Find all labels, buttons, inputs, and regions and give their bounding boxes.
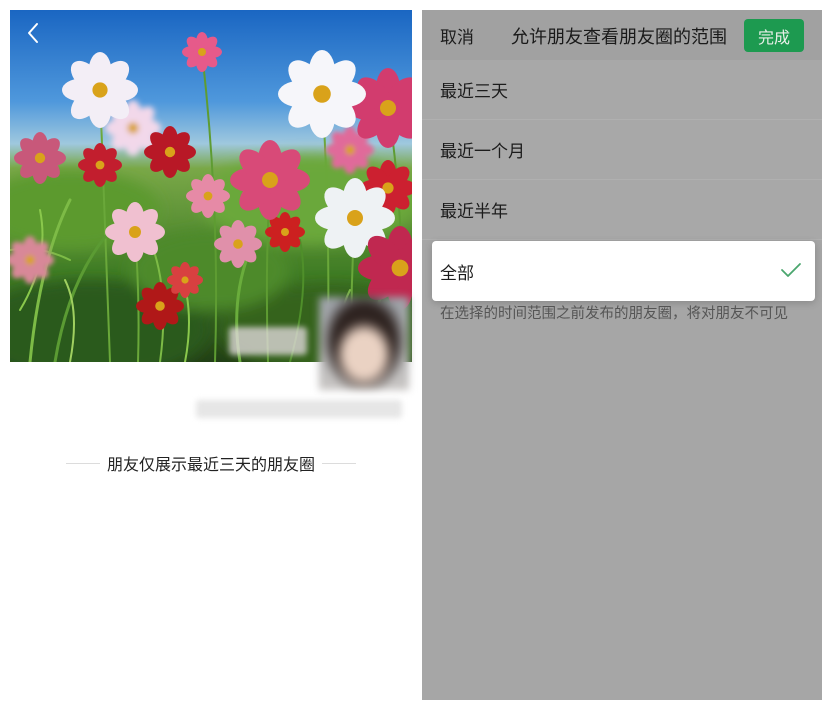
- option-last-three-days[interactable]: 最近三天: [422, 60, 822, 120]
- chevron-left-icon: [28, 23, 38, 43]
- option-label: 最近三天: [440, 82, 508, 102]
- visibility-notice-text: 朋友仅展示最近三天的朋友圈: [106, 455, 315, 474]
- signature-blurred: [196, 400, 402, 418]
- option-all[interactable]: 全部: [432, 241, 815, 301]
- range-options-list: 最近三天 最近一个月 最近半年 全部: [422, 60, 822, 301]
- option-label: 最近半年: [440, 202, 508, 222]
- done-button[interactable]: 完成: [744, 19, 804, 52]
- cancel-button[interactable]: 取消: [440, 23, 474, 48]
- nickname-blurred: [229, 327, 307, 355]
- nav-header: 取消 允许朋友查看朋友圈的范围 完成: [422, 10, 822, 60]
- visibility-range-settings: 取消 允许朋友查看朋友圈的范围 完成 最近三天 最近一个月 最近半年 全部 在选…: [422, 10, 822, 700]
- back-button[interactable]: [26, 22, 42, 44]
- option-label: 最近一个月: [440, 142, 525, 162]
- option-last-half-year[interactable]: 最近半年: [422, 180, 822, 240]
- divider-right: [322, 462, 356, 464]
- divider-left: [66, 462, 100, 464]
- checkmark-icon: [781, 263, 801, 277]
- option-label: 全部: [440, 263, 474, 284]
- range-footnote: 在选择的时间范围之前发布的朋友圈，将对朋友不可见: [440, 306, 788, 322]
- moments-page: 朋友仅展示最近三天的朋友圈: [10, 10, 412, 700]
- visibility-notice: 朋友仅展示最近三天的朋友圈: [66, 451, 356, 475]
- avatar[interactable]: [319, 297, 409, 390]
- option-last-month[interactable]: 最近一个月: [422, 120, 822, 180]
- page-title: 允许朋友查看朋友圈的范围: [511, 27, 727, 48]
